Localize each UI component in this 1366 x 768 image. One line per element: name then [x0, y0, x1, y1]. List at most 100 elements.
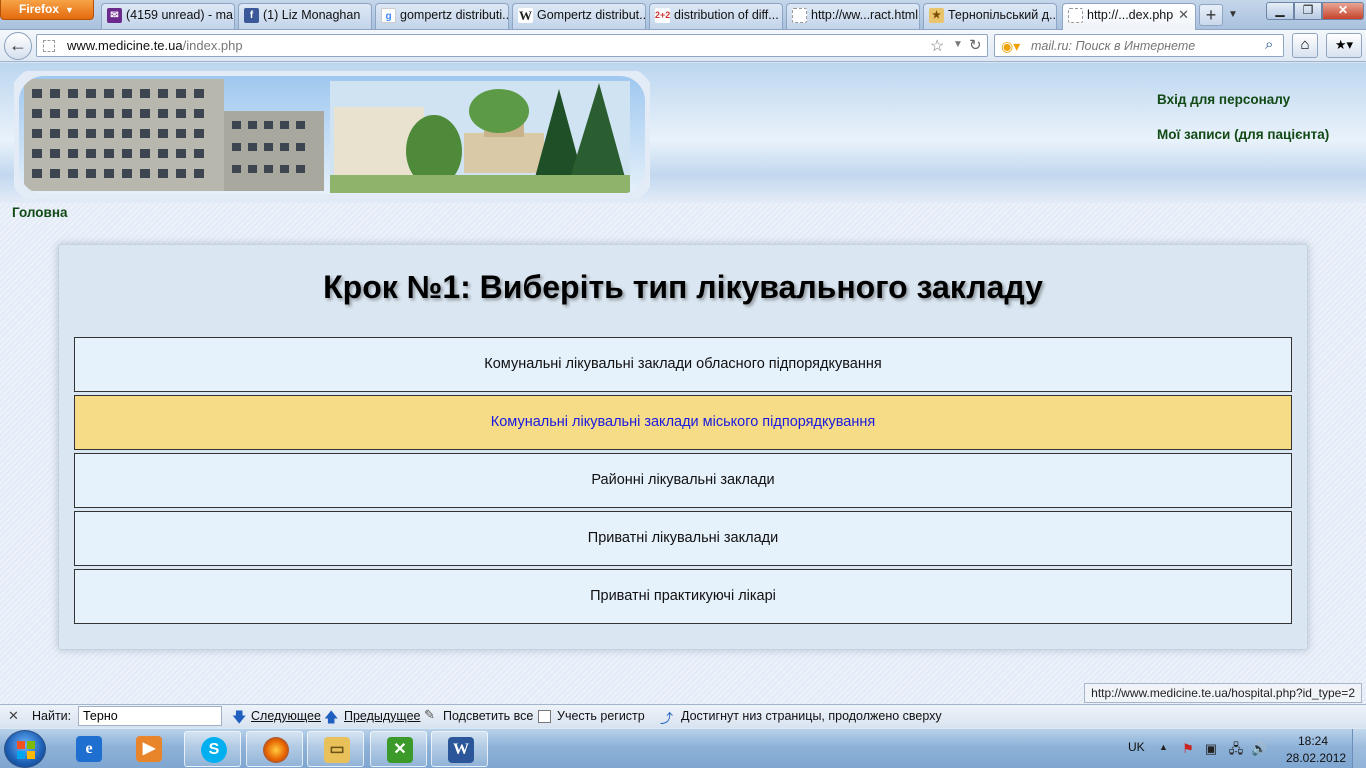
highlight-all-button[interactable]: Подсветить все	[443, 709, 533, 723]
option-private-institutions[interactable]: Приватні лікувальні заклади	[74, 511, 1292, 566]
taskbar: e ▶ S ▭ ✕ W UK ▲ ⚑ ▣ 🖧 🔊 18:24 28.02.201…	[0, 728, 1366, 768]
site-identity-icon[interactable]	[43, 40, 55, 52]
step-panel: Крок №1: Виберіть тип лікувального закла…	[58, 244, 1308, 650]
wrapped-search-icon: ⤴	[660, 711, 674, 726]
url-path: /index.php	[182, 38, 243, 53]
show-desktop-button[interactable]	[1352, 729, 1366, 768]
url-domain: www.medicine.te.ua	[67, 38, 183, 53]
network-icon[interactable]: 🖧	[1228, 741, 1244, 757]
url-text[interactable]: www.medicine.te.ua/index.php	[67, 38, 243, 53]
my-records-link[interactable]: Мої записи (для пацієнта)	[1157, 127, 1329, 142]
tab-label: (1) Liz Monaghan	[263, 8, 361, 22]
find-status-text: Достигнут низ страницы, продолжено сверх…	[681, 709, 942, 723]
tab-2plus2[interactable]: 2+2 distribution of diff...	[649, 3, 783, 29]
safely-remove-icon[interactable]: ▣	[1203, 741, 1219, 757]
show-hidden-icons-icon[interactable]: ▲	[1159, 742, 1168, 752]
tab-label: Тернопільський д...	[948, 8, 1057, 22]
facebook-icon: f	[244, 8, 259, 23]
tab-strip: Firefox ▼ ✉ (4159 unread) - ma... f (1) L…	[0, 0, 1366, 30]
find-previous-button[interactable]: Предыдущее	[344, 709, 420, 723]
chevron-down-icon: ▼	[65, 5, 74, 15]
windows-logo-icon	[17, 741, 35, 759]
reload-icon[interactable]: ↻	[969, 36, 982, 54]
tab-label: distribution of diff...	[674, 8, 779, 22]
find-label: Найти:	[32, 709, 72, 723]
google-icon: g	[381, 8, 396, 23]
search-engine-icon[interactable]: ◉▾	[1001, 38, 1020, 55]
close-findbar-icon[interactable]: ✕	[8, 708, 19, 724]
staff-login-link[interactable]: Вхід для персоналу	[1157, 92, 1290, 107]
taskbar-skype[interactable]: S	[184, 731, 241, 767]
taskbar-file-explorer[interactable]: ▭	[307, 731, 364, 767]
restore-button[interactable]: ❐	[1294, 2, 1322, 20]
yahoo-mail-icon: ✉	[107, 8, 122, 23]
tab-facebook[interactable]: f (1) Liz Monaghan	[238, 3, 372, 29]
back-button[interactable]: ←	[4, 32, 32, 60]
page-icon-2plus2: 2+2	[655, 8, 670, 23]
firefox-menu-button[interactable]: Firefox ▼	[0, 0, 94, 20]
highlighter-icon[interactable]: ✎	[424, 707, 435, 723]
bookmarks-icon: ★▾	[1334, 37, 1354, 52]
search-bar[interactable]: ◉▾ ⌕	[994, 34, 1284, 57]
hospital-banner-image	[14, 71, 650, 199]
url-history-dropdown-icon[interactable]: ▼	[953, 39, 963, 50]
minimize-button[interactable]: ▁	[1266, 2, 1294, 20]
home-button[interactable]: ⌂	[1292, 33, 1318, 58]
match-case-label[interactable]: Учесть регистр	[557, 709, 645, 723]
page-title: Крок №1: Виберіть тип лікувального закла…	[323, 269, 1043, 305]
find-bar: ✕ Найти: 🡇 Следующее 🡅 Предыдущее ✎ Подс…	[0, 704, 1366, 728]
option-district[interactable]: Районні лікувальні заклади	[74, 453, 1292, 508]
new-tab-button[interactable]: +	[1199, 4, 1223, 26]
tab-abstract[interactable]: http://ww...ract.html	[786, 3, 920, 29]
search-input[interactable]	[1031, 37, 1257, 55]
tab-label: http://...dex.php	[1087, 8, 1174, 22]
option-regional-communal[interactable]: Комунальні лікувальні заклади обласного …	[74, 337, 1292, 392]
tab-wikipedia[interactable]: W Gompertz distribut...	[512, 3, 646, 29]
navigation-toolbar: ← www.medicine.te.ua/index.php ☆ ▼ ↻ ◉▾ …	[0, 30, 1366, 62]
search-icon[interactable]: ⌕	[1265, 36, 1273, 53]
tab-google-search[interactable]: g gompertz distributi...	[375, 3, 509, 29]
site-icon: ★	[929, 8, 944, 23]
clock-date[interactable]: 28.02.2012	[1286, 751, 1346, 765]
clock-time[interactable]: 18:24	[1298, 734, 1328, 748]
green-app-icon: ✕	[387, 737, 413, 763]
tab-ternopil[interactable]: ★ Тернопільський д...	[923, 3, 1057, 29]
tab-label: http://ww...ract.html	[811, 8, 918, 22]
close-tab-icon[interactable]: ✕	[1178, 4, 1189, 26]
tab-label: gompertz distributi...	[400, 8, 509, 22]
tab-label: Gompertz distribut...	[537, 8, 646, 22]
firefox-icon	[263, 737, 289, 763]
tab-yahoo-mail[interactable]: ✉ (4159 unread) - ma...	[101, 3, 235, 29]
taskbar-internet-explorer[interactable]: e	[60, 731, 117, 767]
taskbar-word[interactable]: W	[431, 731, 488, 767]
folder-icon: ▭	[324, 737, 350, 763]
home-icon: ⌂	[1300, 36, 1310, 53]
find-next-button[interactable]: Следующее	[251, 709, 321, 723]
match-case-checkbox[interactable]	[538, 710, 551, 723]
find-input[interactable]	[78, 706, 222, 726]
media-player-icon: ▶	[136, 736, 162, 762]
close-window-button[interactable]: ✕	[1322, 2, 1364, 20]
page-viewport: Вхід для персоналу Мої записи (для паціє…	[0, 63, 1366, 704]
start-button[interactable]	[4, 730, 46, 768]
taskbar-media-player[interactable]: ▶	[120, 731, 177, 767]
wikipedia-icon: W	[518, 8, 533, 23]
bookmark-star-icon[interactable]: ☆	[930, 36, 944, 56]
tab-active[interactable]: http://...dex.php ✕	[1062, 3, 1196, 30]
option-private-doctors[interactable]: Приватні практикуючі лікарі	[74, 569, 1292, 624]
action-center-icon[interactable]: ⚑	[1180, 741, 1196, 757]
status-url-tooltip: http://www.medicine.te.ua/hospital.php?i…	[1084, 683, 1362, 703]
bookmarks-menu-button[interactable]: ★▾	[1326, 33, 1362, 58]
blank-page-icon	[792, 8, 807, 23]
taskbar-firefox[interactable]	[246, 731, 303, 767]
breadcrumb-home-link[interactable]: Головна	[12, 205, 68, 220]
internet-explorer-icon: e	[76, 736, 102, 762]
list-all-tabs-icon[interactable]: ▼	[1228, 9, 1238, 20]
volume-icon[interactable]: 🔊	[1251, 741, 1267, 757]
option-city-communal[interactable]: Комунальні лікувальні заклади міського п…	[74, 395, 1292, 450]
firefox-menu-label: Firefox	[19, 2, 60, 16]
taskbar-green-app[interactable]: ✕	[370, 731, 427, 767]
language-indicator[interactable]: UK	[1128, 740, 1145, 754]
url-bar[interactable]: www.medicine.te.ua/index.php ☆ ▼ ↻	[36, 34, 988, 57]
blank-page-icon	[1068, 8, 1083, 23]
